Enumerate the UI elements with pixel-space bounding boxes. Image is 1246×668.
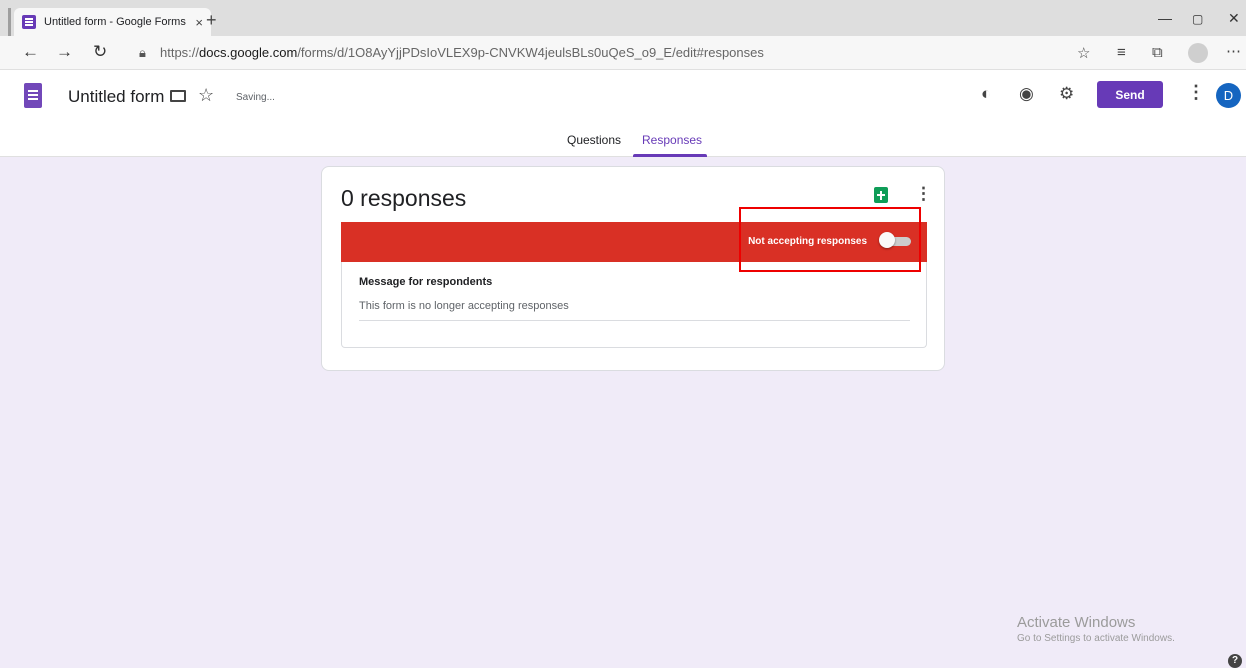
active-tab-indicator	[633, 154, 707, 157]
message-label: Message for respondents	[359, 276, 493, 288]
url-path: /forms/d/1O8AyYjjPDsIoVLEX9p-CNVKW4jeuls…	[297, 45, 764, 60]
window-close-icon[interactable]: ✕	[1228, 10, 1240, 27]
forms-header: Untitled form ☆ Saving... ◐ ◉ ⚙ Send ⋮ D…	[0, 70, 1246, 157]
activate-title: Activate Windows	[1017, 614, 1136, 631]
send-button[interactable]: Send	[1097, 81, 1163, 108]
palette-icon[interactable]: ◐	[981, 84, 991, 104]
response-count: 0 responses	[341, 185, 467, 211]
collections-icon[interactable]: ⧉	[1152, 44, 1163, 61]
respondent-message-section: Message for respondents This form is no …	[341, 262, 927, 348]
profile-icon[interactable]	[1188, 43, 1208, 63]
preview-eye-icon[interactable]: ◉	[1019, 84, 1034, 104]
back-icon[interactable]: ←	[22, 42, 39, 62]
help-icon[interactable]: ?	[1228, 654, 1242, 668]
refresh-icon[interactable]: ↻	[93, 42, 107, 62]
url-field[interactable]: https://docs.google.com/forms/d/1O8AyYjj…	[160, 45, 764, 60]
tab-questions[interactable]: Questions	[567, 133, 621, 147]
responses-more-icon[interactable]: ⋮	[915, 184, 932, 204]
activate-windows-watermark: Activate Windows Go to Settings to activ…	[1017, 614, 1175, 644]
more-icon[interactable]: ⋯	[1226, 42, 1241, 60]
browser-tab[interactable]: Untitled form - Google Forms ×	[14, 8, 211, 36]
forms-favicon-icon	[22, 15, 36, 29]
favorites-icon[interactable]: ≡	[1117, 44, 1126, 61]
url-domain: docs.google.com	[199, 45, 298, 60]
star-icon[interactable]: ☆	[198, 85, 214, 106]
url-prefix: https://	[160, 45, 200, 60]
folder-icon[interactable]	[170, 90, 186, 102]
favorite-star-icon[interactable]: ☆	[1077, 44, 1090, 62]
more-options-icon[interactable]: ⋮	[1187, 82, 1205, 103]
activate-subtitle: Go to Settings to activate Windows.	[1017, 633, 1175, 644]
maximize-icon[interactable]: ▢	[1192, 12, 1203, 26]
minimize-icon[interactable]: —	[1158, 10, 1172, 26]
browser-tab-strip: Untitled form - Google Forms × + — ▢ ✕	[0, 0, 1246, 36]
forms-logo-icon[interactable]	[24, 83, 42, 108]
form-title[interactable]: Untitled form	[68, 87, 164, 107]
new-tab-icon[interactable]: +	[206, 10, 217, 30]
sheets-icon[interactable]	[874, 187, 888, 203]
tab-responses[interactable]: Responses	[642, 133, 702, 147]
lock-icon[interactable]: 🔒︎	[139, 45, 146, 61]
forward-icon[interactable]: →	[56, 42, 73, 62]
save-status: Saving...	[236, 92, 275, 103]
browser-tab-title: Untitled form - Google Forms	[44, 16, 186, 28]
message-input[interactable]: This form is no longer accepting respons…	[359, 300, 910, 321]
browser-address-bar: ← → ↻ 🔒︎ https://docs.google.com/forms/d…	[0, 36, 1246, 70]
tab-strip-accent	[8, 8, 11, 36]
highlight-box	[739, 207, 921, 272]
settings-gear-icon[interactable]: ⚙	[1059, 84, 1074, 104]
avatar[interactable]: D	[1216, 83, 1241, 108]
tab-close-icon[interactable]: ×	[195, 15, 203, 30]
